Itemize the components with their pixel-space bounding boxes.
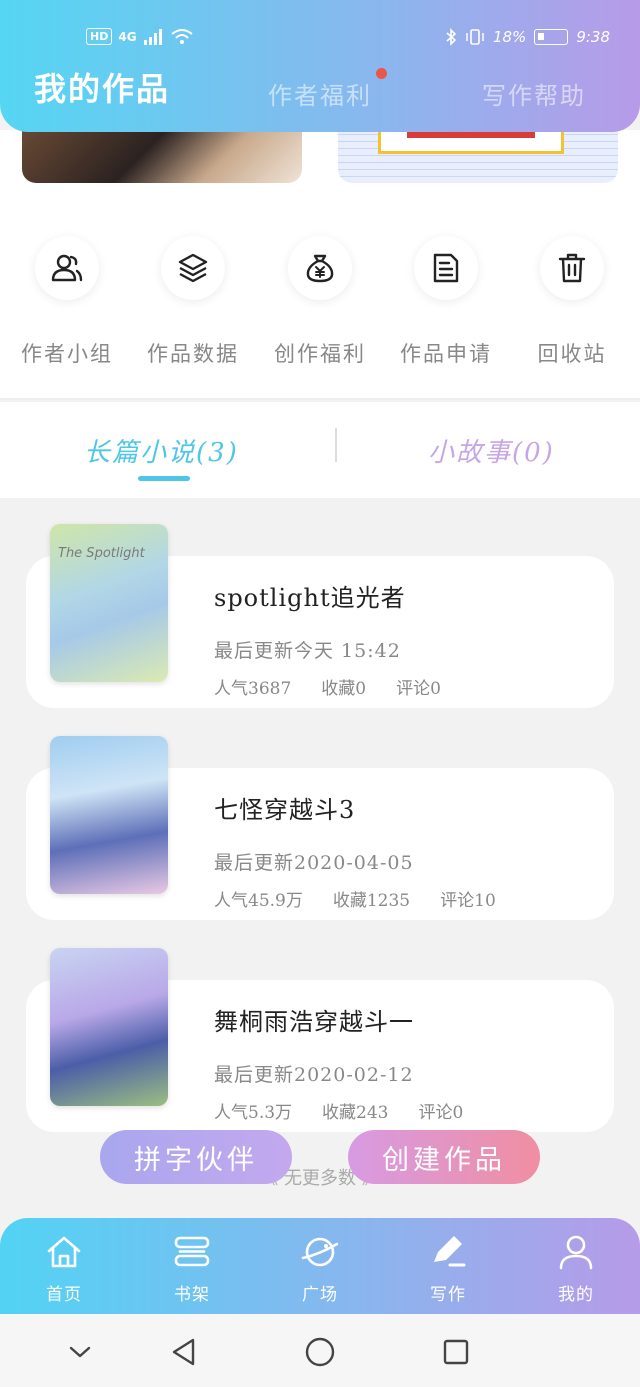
work-favorites: 收藏243: [322, 1103, 389, 1123]
work-favorites: 收藏1235: [332, 891, 411, 911]
tab-short-stories[interactable]: 小故事(0): [428, 432, 555, 469]
work-stats: 人气5.3万 收藏243 评论0: [214, 1098, 463, 1123]
shortcut-circle: [35, 236, 99, 300]
banner-image-right[interactable]: [338, 130, 618, 183]
work-comments: 评论10: [440, 891, 496, 911]
nav-home[interactable]: 首页: [14, 1230, 114, 1305]
work-stats: 人气3687 收藏0 评论0: [214, 674, 441, 699]
shortcut-creation-benefits[interactable]: 创作福利: [256, 236, 384, 368]
home-button[interactable]: [300, 1332, 340, 1372]
work-title: 七怪穿越斗3: [214, 796, 356, 824]
pen-icon: [426, 1230, 470, 1274]
bottom-nav: 首页 书架 广场 写作 我的: [0, 1218, 640, 1314]
create-work-button[interactable]: 创建作品: [348, 1130, 540, 1184]
status-right: 18% 9:38: [445, 28, 610, 46]
shortcut-circle: [414, 236, 478, 300]
recents-square-icon: [443, 1339, 469, 1365]
status-left: HD 4G: [86, 28, 193, 45]
recent-apps-button[interactable]: [436, 1332, 476, 1372]
tab-writing-help[interactable]: 写作帮助: [482, 76, 586, 111]
work-popularity: 人气5.3万: [214, 1103, 293, 1123]
tab-divider: [335, 428, 337, 462]
back-button[interactable]: [164, 1332, 204, 1372]
shortcut-grid: 作者小组 作品数据 创作福利 作品申请 回收站: [0, 192, 640, 400]
nav-label: 我的: [558, 1285, 594, 1305]
work-cover[interactable]: [50, 948, 168, 1106]
profile-icon: [554, 1230, 598, 1274]
tab-author-benefits[interactable]: 作者福利: [268, 76, 372, 111]
shortcut-recycle-bin[interactable]: 回收站: [508, 236, 636, 368]
trash-icon: [558, 253, 586, 283]
work-updated: 最后更新今天 15:42: [214, 640, 401, 662]
planet-icon: [298, 1230, 342, 1274]
shortcut-circle: [540, 236, 604, 300]
battery-percent: 18%: [492, 28, 527, 46]
banner-carousel[interactable]: [0, 130, 640, 192]
work-comments: 评论0: [396, 679, 441, 699]
layers-icon: [178, 253, 208, 283]
home-icon: [42, 1230, 86, 1274]
hd-badge: HD: [86, 28, 113, 45]
work-favorites: 收藏0: [321, 679, 367, 699]
nav-bookshelf[interactable]: 书架: [142, 1230, 242, 1305]
network-type: 4G: [118, 29, 137, 44]
nav-label: 写作: [430, 1285, 466, 1305]
shortcut-label: 回收站: [537, 342, 607, 366]
shortcut-author-group[interactable]: 作者小组: [3, 236, 131, 368]
active-tab-indicator: [138, 476, 190, 481]
shortcut-label: 创作福利: [274, 342, 366, 366]
load-more-text: 《 无更多数 》: [260, 1168, 380, 1189]
nav-profile[interactable]: 我的: [526, 1230, 626, 1305]
work-updated: 最后更新2020-02-12: [214, 1064, 414, 1086]
money-bag-icon: [306, 254, 334, 283]
shortcut-circle: [161, 236, 225, 300]
work-cover[interactable]: The Spotlight: [50, 524, 168, 682]
wifi-icon: [170, 28, 193, 44]
system-nav-bar: [0, 1314, 640, 1387]
signal-icon: [143, 28, 162, 45]
bluetooth-icon: [446, 28, 457, 46]
nav-label: 广场: [302, 1285, 338, 1305]
work-title: 舞桐雨浩穿越斗一: [214, 1008, 414, 1036]
banner-image-left[interactable]: [22, 130, 302, 183]
nav-square[interactable]: 广场: [270, 1230, 370, 1305]
shortcut-work-data[interactable]: 作品数据: [129, 236, 257, 368]
header-tabs: 我的作品 作者福利 写作帮助: [0, 64, 640, 120]
nav-label: 书架: [174, 1285, 210, 1305]
chevron-down-icon: [69, 1346, 91, 1358]
banner-frame: [378, 130, 564, 154]
status-bar: HD 4G 18% 9:38: [0, 24, 640, 58]
shortcut-label: 作者小组: [21, 342, 113, 366]
users-icon: [51, 254, 83, 282]
work-popularity: 人气45.9万: [214, 891, 303, 911]
app-header: HD 4G 18% 9:38 我的作品 作者福利 写作帮助: [0, 0, 640, 132]
work-title: spotlight追光者: [214, 584, 406, 612]
document-icon: [433, 253, 459, 283]
work-comments: 评论0: [418, 1103, 464, 1123]
bookshelf-icon: [170, 1230, 214, 1274]
shortcut-label: 作品数据: [147, 342, 239, 366]
work-stats: 人气45.9万 收藏1235 评论10: [214, 886, 496, 911]
tab-my-works[interactable]: 我的作品: [34, 64, 170, 110]
shortcut-label: 作品申请: [400, 342, 492, 366]
nav-label: 首页: [46, 1285, 82, 1305]
cover-text: The Spotlight: [58, 546, 145, 561]
back-triangle-icon: [172, 1338, 195, 1366]
work-updated: 最后更新2020-04-05: [214, 852, 414, 874]
shortcut-circle: [288, 236, 352, 300]
clock: 9:38: [576, 28, 610, 46]
collapse-button[interactable]: [60, 1332, 100, 1372]
notification-dot: [376, 68, 387, 79]
shortcut-work-application[interactable]: 作品申请: [382, 236, 510, 368]
work-cover[interactable]: [50, 736, 168, 894]
work-type-tabs: 长篇小说(3) 小故事(0): [0, 402, 640, 498]
vibrate-icon: [466, 29, 484, 45]
tab-long-novels[interactable]: 长篇小说(3): [84, 432, 239, 469]
home-circle-icon: [305, 1337, 335, 1367]
work-popularity: 人气3687: [214, 679, 292, 699]
nav-write[interactable]: 写作: [398, 1230, 498, 1305]
partner-button[interactable]: 拼字伙伴: [100, 1130, 292, 1184]
battery-icon: [534, 29, 569, 45]
